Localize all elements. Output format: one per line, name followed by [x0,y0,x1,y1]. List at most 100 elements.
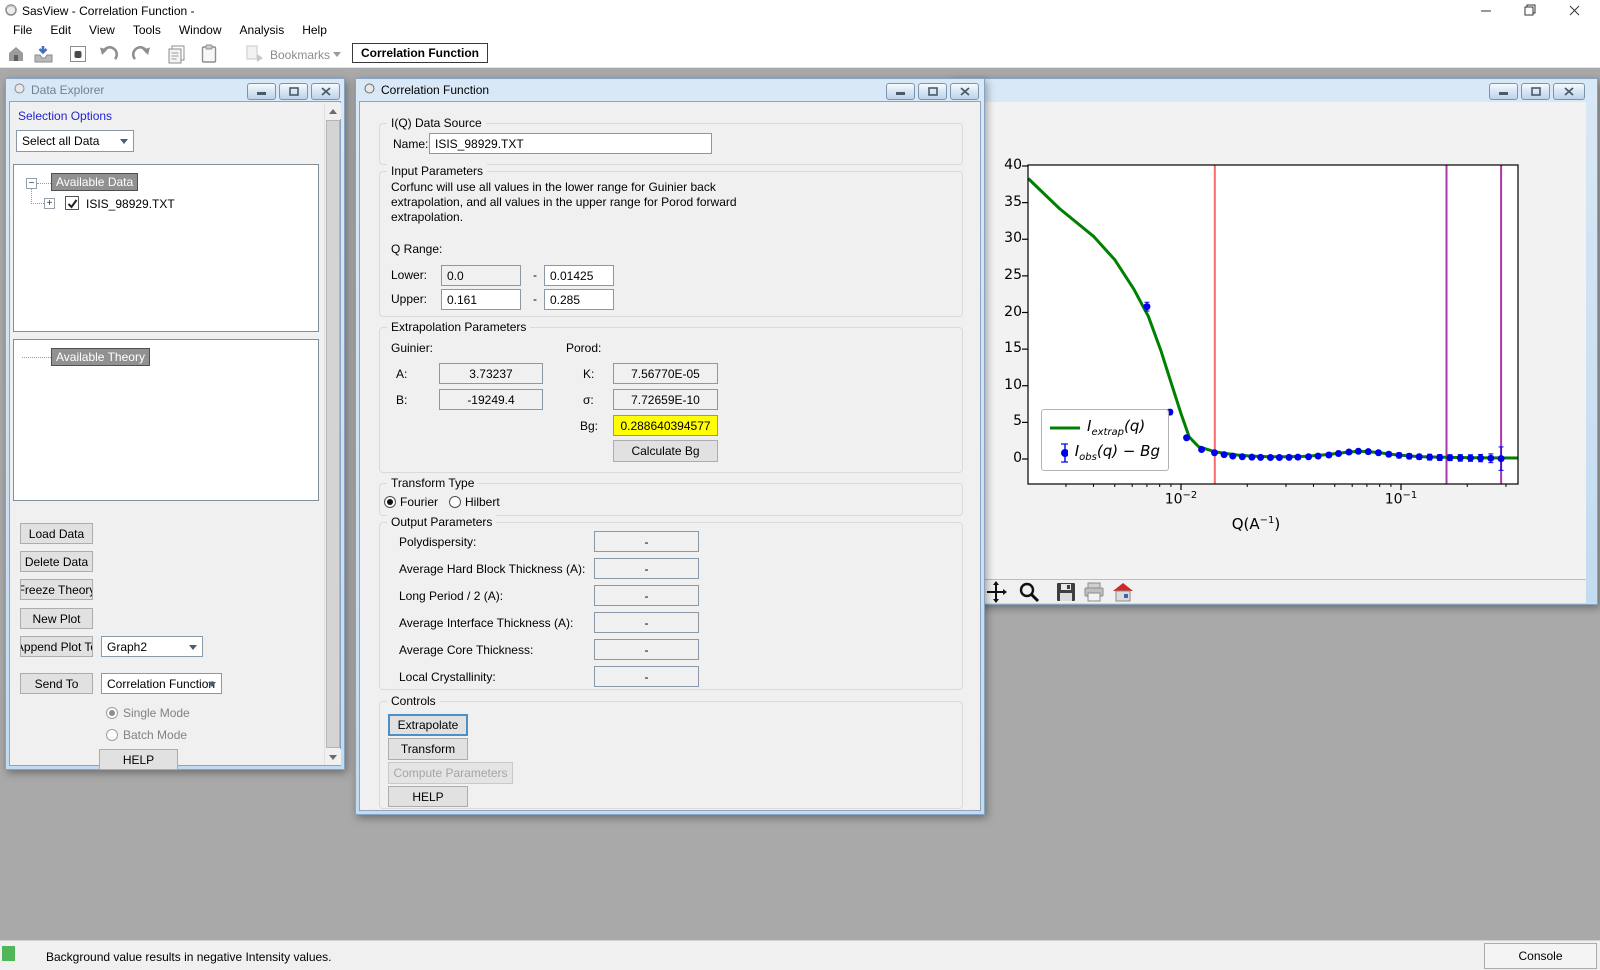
data-name-field[interactable]: ISIS_98929.TXT [429,133,712,154]
scrollbar-thumb[interactable] [326,120,340,748]
lower-to-field[interactable]: 0.01425 [544,265,614,286]
hard-block-thickness-field[interactable]: - [594,558,699,579]
available-theory-node[interactable]: Available Theory [51,348,150,366]
redo-icon[interactable] [129,43,153,65]
calculate-bg-button[interactable]: Calculate Bg [613,440,718,462]
legend-entry-observed: Iobs(q) − Bg [1050,441,1160,465]
extrapolate-button[interactable]: Extrapolate [388,714,468,736]
single-mode-radio[interactable] [106,707,118,719]
data-point [1229,453,1236,460]
guinier-b-field[interactable]: -19249.4 [439,389,543,410]
data-explorer-help-button[interactable]: HELP [99,749,178,770]
hilbert-radio[interactable] [449,496,461,508]
app-restore-button[interactable] [1514,0,1546,20]
append-plot-to-button[interactable]: Append Plot To [20,636,93,657]
porod-k-field[interactable]: 7.56770E-05 [613,363,718,384]
interface-thickness-field[interactable]: - [594,612,699,633]
fourier-radio[interactable] [384,496,396,508]
save-icon[interactable] [1054,581,1078,603]
available-theory-tree[interactable]: Available Theory [13,339,319,501]
freeze-theory-button[interactable]: Freeze Theory [20,579,93,600]
graph-close-button[interactable] [1553,83,1585,100]
menu-tools[interactable]: Tools [124,21,170,39]
guinier-a-field[interactable]: 3.73237 [439,363,543,384]
available-data-tree[interactable]: − Available Data + ISIS_98929.TXT [13,164,319,332]
lower-from-field[interactable]: 0.0 [441,265,521,286]
graph-window[interactable]: Q(A−1) Iextrap(q) Iobs(q) − Bg 051015202… [950,78,1598,605]
bookmarks-label[interactable]: Bookmarks [270,48,330,62]
report-icon[interactable] [165,43,189,65]
perspective-tab-correlation-function[interactable]: Correlation Function [352,43,488,63]
new-plot-button[interactable]: New Plot [20,608,93,629]
load-data-icon[interactable] [32,43,56,65]
upper-to-field[interactable]: 0.285 [544,289,614,310]
batch-mode-radio[interactable] [106,729,118,741]
transform-type-group-label: Transform Type [387,476,478,490]
dialog-minimize-button[interactable] [886,83,915,100]
home-icon[interactable] [1111,581,1135,603]
core-thickness-field[interactable]: - [594,639,699,660]
data-filter-combobox[interactable]: Select all Data [16,130,134,152]
scroll-up-icon[interactable] [325,103,341,119]
data-explorer-maximize-button[interactable] [279,83,308,100]
graph-maximize-button[interactable] [1521,83,1550,100]
long-period-field[interactable]: - [594,585,699,606]
dialog-maximize-button[interactable] [918,83,947,100]
transform-button[interactable]: Transform [388,738,468,760]
send-to-button[interactable]: Send To [20,673,93,694]
available-data-node[interactable]: Available Data [51,173,138,191]
data-explorer-minimize-button[interactable] [247,83,276,100]
delete-data-button[interactable]: Delete Data [20,551,93,572]
menu-file[interactable]: File [4,21,41,39]
data-explorer-window[interactable]: Data Explorer Selection Options Select a… [5,78,345,770]
zoom-icon[interactable] [1017,581,1041,603]
porod-sigma-field[interactable]: 7.72659E-10 [613,389,718,410]
home-icon[interactable] [4,43,28,65]
menu-help[interactable]: Help [293,21,336,39]
interface-thickness-label: Average Interface Thickness (A): [399,616,573,630]
app-close-button[interactable] [1558,0,1590,20]
menu-analysis[interactable]: Analysis [231,21,294,39]
status-bar: Background value results in negative Int… [0,940,1600,970]
correlation-function-dialog[interactable]: Correlation Function I(Q) Data Source Na… [355,78,985,815]
background-field[interactable]: 0.288640394577 [613,415,718,436]
iq-data-source-group-label: I(Q) Data Source [387,116,486,130]
pan-icon[interactable] [984,581,1008,603]
upper-from-field[interactable]: 0.161 [441,289,521,310]
undo-icon[interactable] [97,43,121,65]
plot-figure[interactable]: Q(A−1) Iextrap(q) Iobs(q) − Bg 051015202… [954,102,1586,579]
local-crystallinity-field[interactable]: - [594,666,699,687]
startup-settings-icon[interactable] [197,43,221,65]
dialog-help-button[interactable]: HELP [388,786,468,807]
expand-expander-icon[interactable]: + [44,198,55,209]
menu-edit[interactable]: Edit [41,21,80,39]
load-data-button[interactable]: Load Data [20,523,93,544]
send-to-perspective-combobox[interactable]: Correlation Function [101,673,222,694]
append-plot-target-combobox[interactable]: Graph2 [101,636,203,657]
dialog-close-button[interactable] [950,83,979,100]
data-item-checkbox[interactable] [65,196,79,210]
polydispersity-field[interactable]: - [594,531,699,552]
bookmarks-dropdown-icon[interactable] [333,52,341,57]
output-parameters-group-label: Output Parameters [387,515,496,529]
chart-canvas[interactable] [954,102,1586,579]
graph-minimize-button[interactable] [1489,83,1518,100]
data-explorer-close-button[interactable] [311,83,340,100]
console-button[interactable]: Console [1484,943,1597,969]
data-point [1305,453,1312,460]
plot-legend[interactable]: Iextrap(q) Iobs(q) − Bg [1041,409,1169,471]
menu-window[interactable]: Window [170,21,231,39]
data-item-label[interactable]: ISIS_98929.TXT [86,197,175,211]
scroll-down-icon[interactable] [325,749,341,765]
data-point [1426,454,1433,461]
data-filter-value: Select all Data [22,134,99,148]
local-crystallinity-label: Local Crystallinity: [399,670,496,684]
print-icon[interactable] [1082,581,1106,603]
upper-label: Upper: [391,292,427,306]
app-minimize-button[interactable] [1470,0,1502,20]
collapse-expander-icon[interactable]: − [26,178,37,189]
save-project-icon[interactable] [66,43,90,65]
data-explorer-scrollbar[interactable] [324,103,340,765]
menu-view[interactable]: View [80,21,124,39]
description-line-2: extrapolation, and all values in the upp… [391,195,737,209]
